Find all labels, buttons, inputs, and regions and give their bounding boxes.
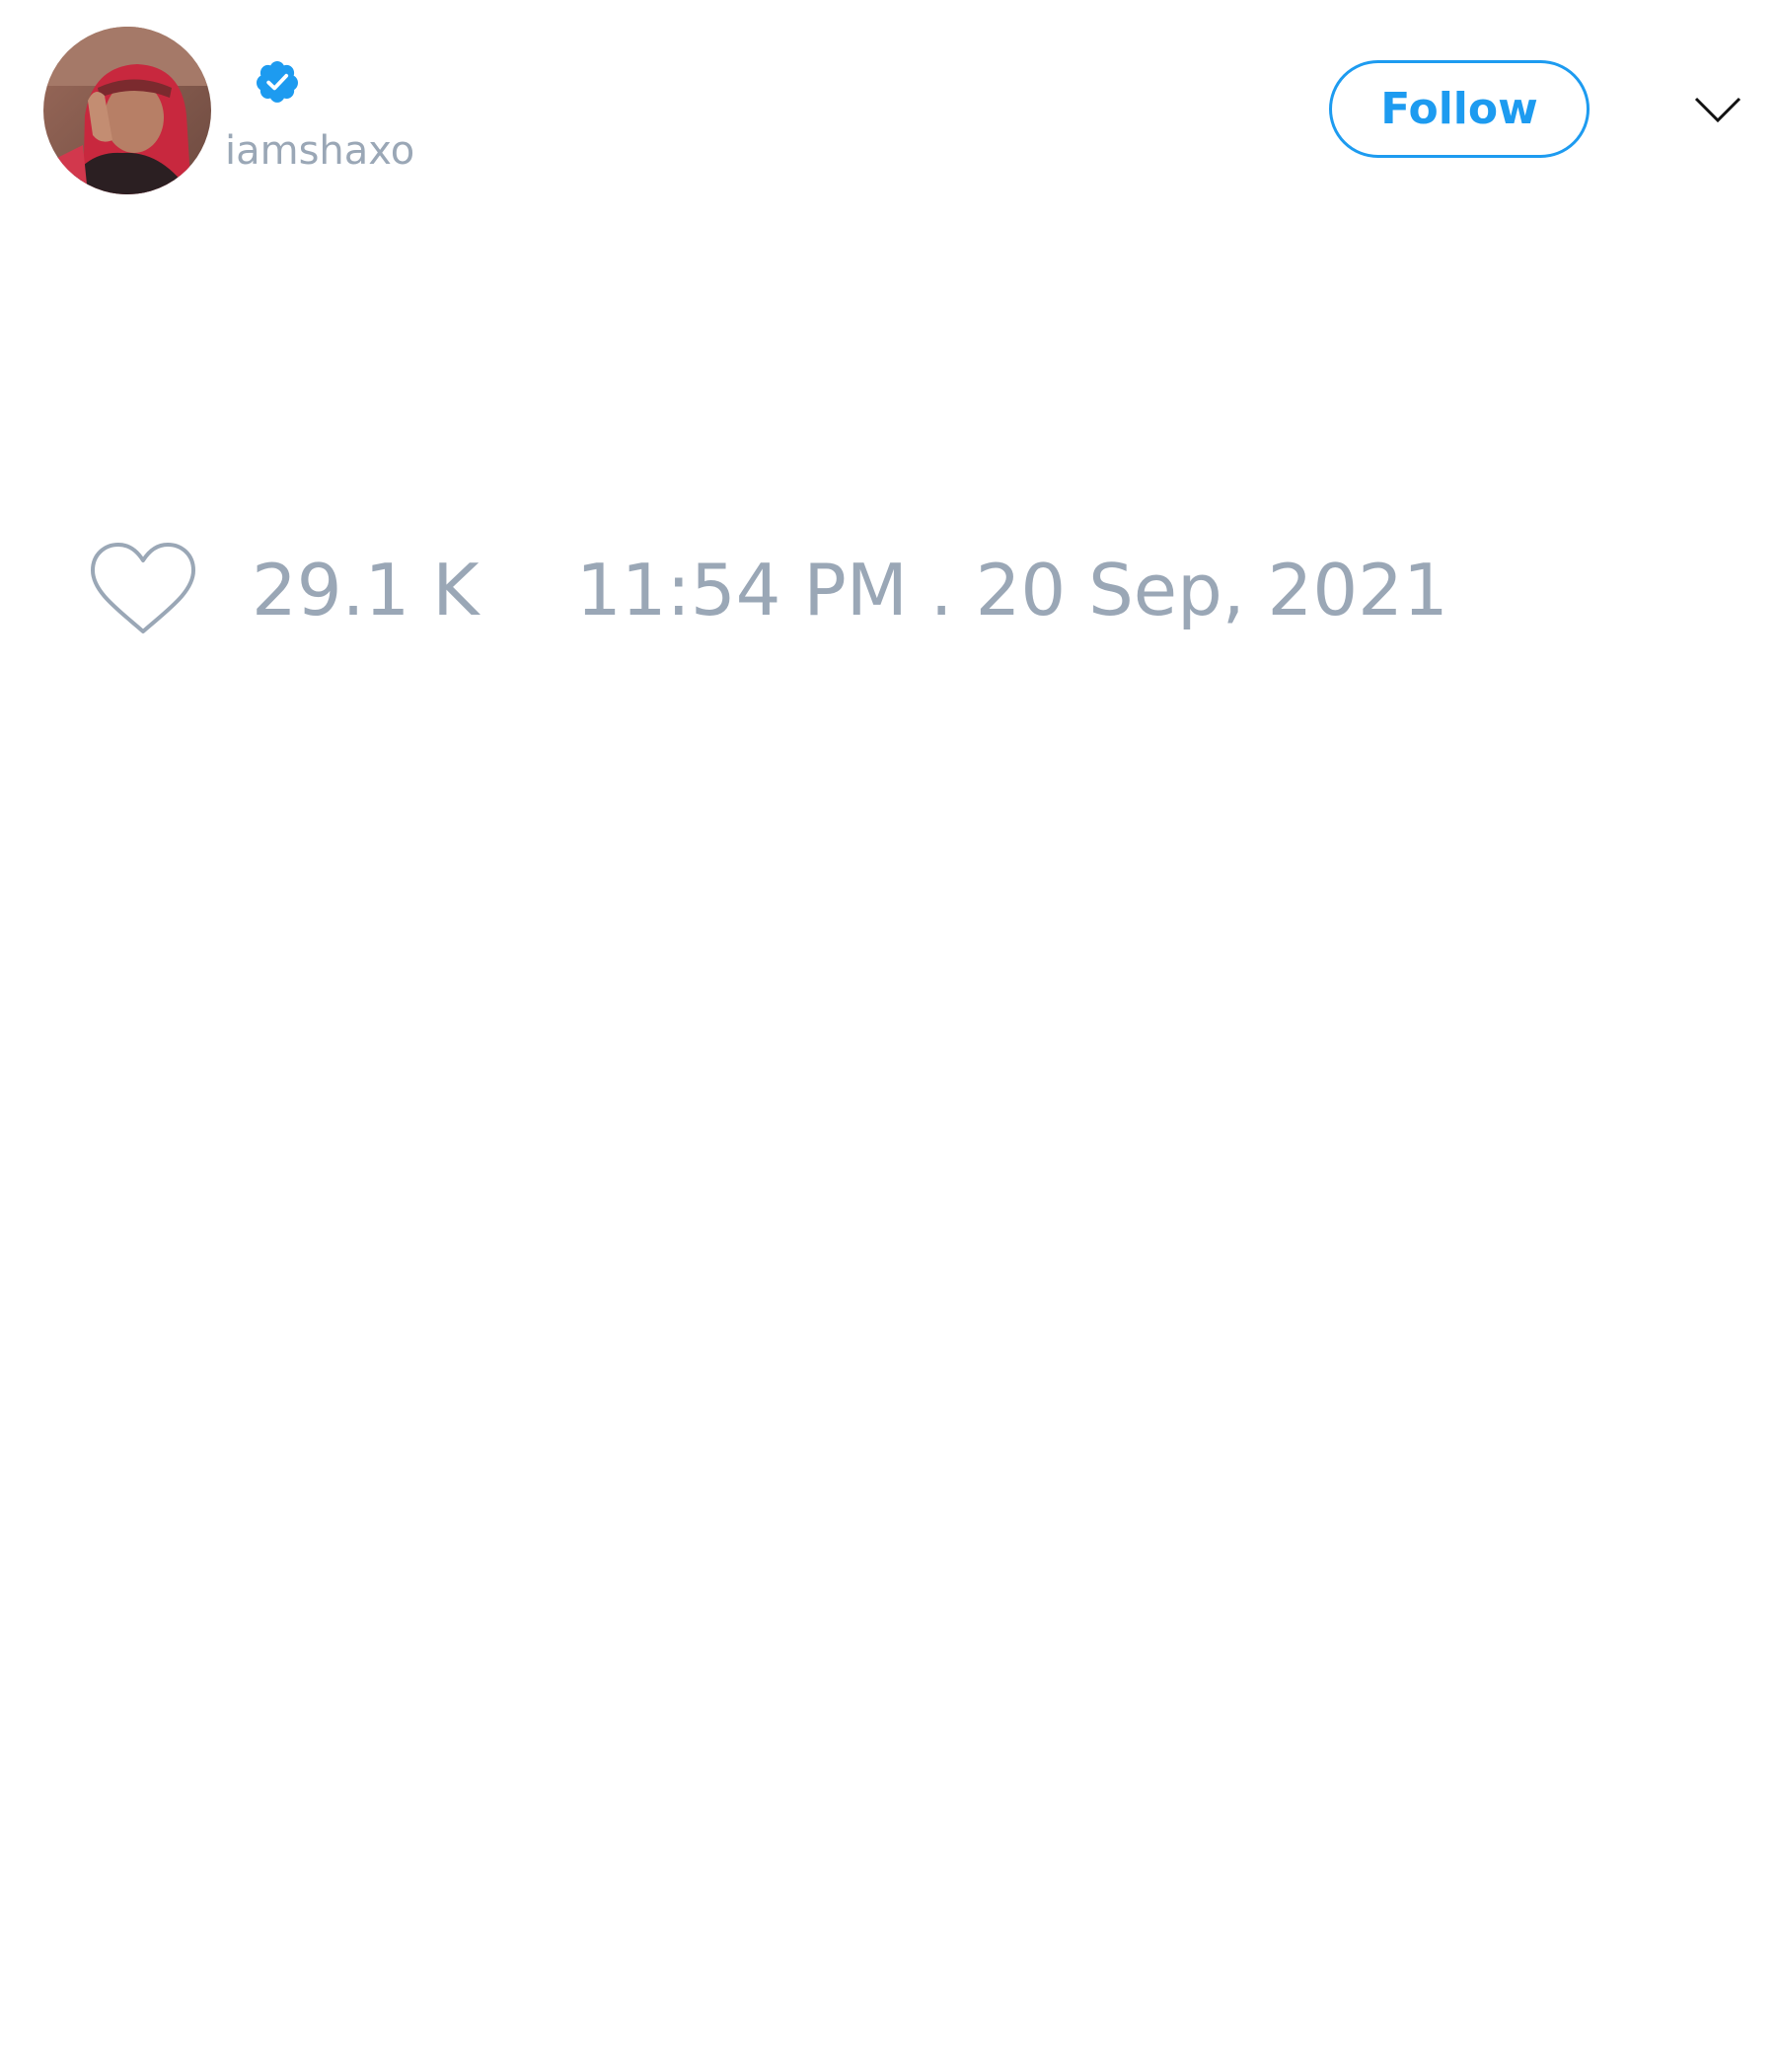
- author-handle[interactable]: iamshaxo: [225, 126, 414, 176]
- like-count: 29.1 K: [252, 549, 480, 631]
- verified-badge-icon: [257, 61, 298, 103]
- avatar[interactable]: [43, 27, 211, 194]
- chevron-down-icon[interactable]: [1693, 91, 1742, 130]
- heart-icon[interactable]: [89, 541, 197, 639]
- follow-button[interactable]: Follow: [1329, 60, 1590, 158]
- avatar-image: [43, 27, 211, 194]
- tweet-timestamp[interactable]: 11:54 PM . 20 Sep, 2021: [576, 548, 1448, 632]
